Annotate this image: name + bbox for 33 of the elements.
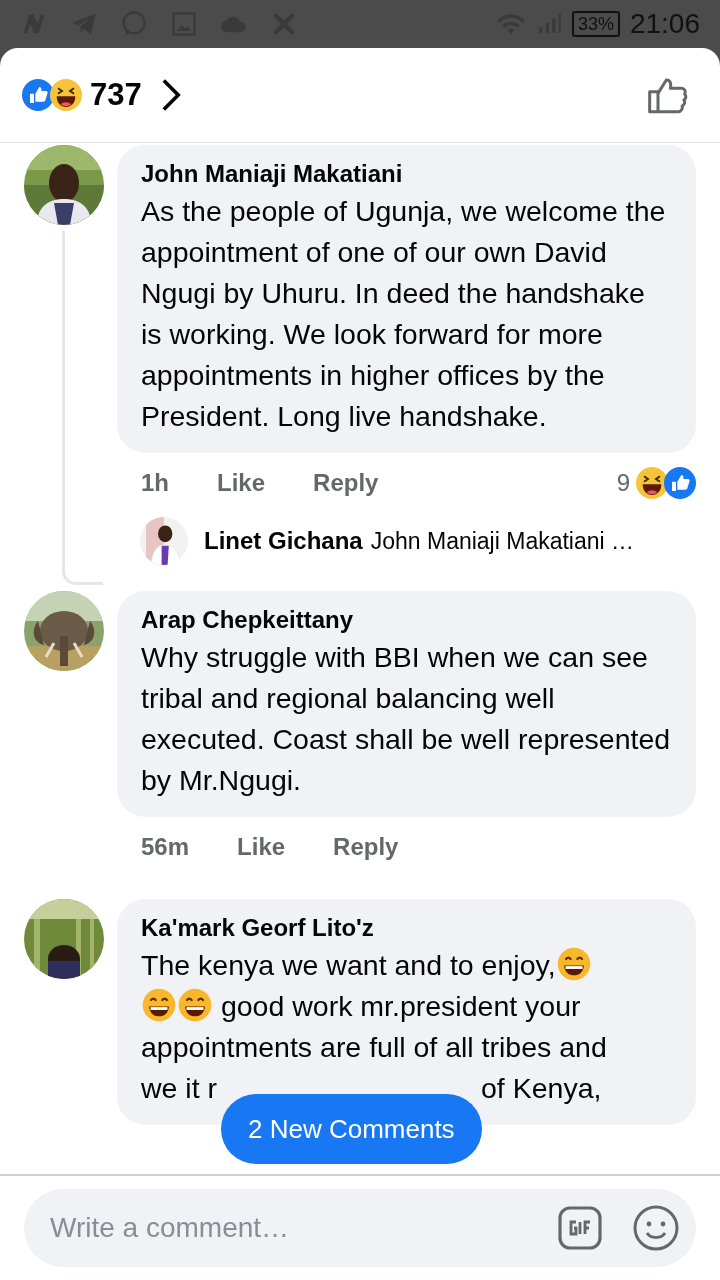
comment-text: The kenya we want and to enjoy, [141,949,556,981]
reply-preview: John Maniaji Makatiani … [370,527,635,556]
comment-text: Why struggle with BBI when we can see tribal and regional balancing well executed. Coast shall be well represented by Mr.Ngugi. [141,641,671,796]
grinning-face-icon [142,988,176,1022]
reply-author[interactable]: Linet Gichana [204,523,363,559]
like-link[interactable]: Like [217,465,266,501]
comment-text: good work mr.president your [219,990,581,1022]
gif-icon[interactable] [556,1204,604,1252]
new-comments-button[interactable]: 2 New Comments [221,1094,482,1164]
laughing-reaction-icon [50,79,82,111]
comment-author[interactable]: John Maniaji Makatiani [141,159,672,189]
grinning-face-icon [556,947,591,981]
comment-author[interactable]: Ka'mark Georf Lito'z [141,913,672,943]
comment-text: As the people of Ugunja, we welcome the appointment of one of our own David Ngugi by Uhuru. In deed the handshake is working. We look forward for more appointments in higher offices by the President. Long live handshake. [141,195,666,432]
battery-indicator: 33% [571,11,620,37]
comment-time: 1h [141,468,169,498]
comment-text: of Kenya, [481,1072,602,1104]
like-reaction-icon [664,467,696,499]
smiley-icon[interactable] [632,1204,680,1252]
comment-author[interactable]: Arap Chepkeittany [141,605,672,635]
laughing-reaction-icon [636,467,668,499]
reply-link[interactable]: Reply [313,465,379,501]
comment-time: 56m [141,832,190,862]
reaction-count: 737 [90,75,142,114]
comment-text: we it r [141,1072,217,1104]
like-reaction-icon [22,79,54,111]
comment-text: appointments are full of all tribes and [141,1031,607,1063]
reply-link[interactable]: Reply [333,829,399,865]
like-link[interactable]: Like [237,829,286,865]
reaction-count: 9 [616,468,630,498]
comment-input[interactable]: Write a comment… [24,1189,696,1267]
clock-time: 21:06 [629,7,700,41]
grinning-face-icon [178,988,212,1022]
